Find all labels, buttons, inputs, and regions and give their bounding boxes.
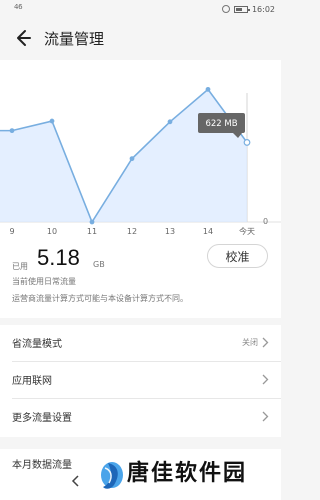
used-label: 已用 — [12, 262, 28, 271]
usage-summary: 已用 5.18 GB 校准 当前使用日常流量 运营商流量计算方式可能与本设备计算… — [0, 244, 281, 318]
chevron-right-icon — [262, 337, 269, 348]
battery-icon — [233, 5, 250, 13]
x-axis-label: 10 — [47, 227, 57, 236]
chevron-right-icon — [262, 411, 269, 422]
y-axis-zero-label: 0 — [263, 217, 268, 226]
traffic-chart-svg: 9 10 11 12 13 14 今天 622 MB 0 — [0, 86, 281, 236]
app-network-label: 应用联网 — [12, 376, 52, 387]
today-data-point — [243, 139, 251, 146]
settings-divider — [12, 398, 281, 399]
x-axis-label: 12 — [127, 227, 137, 236]
traffic-chart: 9 10 11 12 13 14 今天 622 MB 0 — [0, 60, 281, 244]
x-axis-label: 14 — [203, 227, 213, 236]
usage-unit: GB — [93, 260, 105, 269]
data-saver-status: 关闭 — [242, 338, 258, 347]
monthly-data-heading: 本月数据流量 — [12, 460, 72, 471]
traffic-management-screen: 46 16:02 流量管理 9 10 11 12 13 14 今天 622 MB 0 — [0, 0, 281, 500]
traffic-settings-list: 省流量模式 关闭 应用联网 更多流量设置 — [0, 325, 281, 437]
status-time: 16:02 — [251, 4, 275, 14]
x-axis-label: 9 — [9, 227, 14, 236]
data-saver-row[interactable]: 省流量模式 关闭 — [0, 325, 281, 361]
usage-value: 5.18 — [37, 245, 80, 270]
status-icons: 16:02 — [221, 2, 275, 16]
calibrate-button[interactable]: 校准 — [207, 244, 268, 268]
signal-indicator: 46 — [14, 3, 23, 11]
status-bar: 46 16:02 — [0, 0, 281, 18]
x-axis-label: 13 — [165, 227, 175, 236]
page-title: 流量管理 — [44, 30, 105, 48]
tooltip-value: 622 MB — [205, 119, 237, 129]
carrier-calculation-note: 运营商流量计算方式可能与本设备计算方式不同。 — [12, 294, 188, 303]
more-settings-label: 更多流量设置 — [12, 413, 72, 424]
daily-usage-description: 当前使用日常流量 — [12, 277, 76, 286]
app-network-row[interactable]: 应用联网 — [0, 362, 281, 398]
chart-data-point — [129, 156, 135, 162]
chart-data-point — [205, 86, 211, 92]
data-saver-label: 省流量模式 — [12, 339, 62, 350]
alarm-icon — [221, 5, 230, 13]
settings-divider — [12, 361, 281, 362]
chart-area-fill — [0, 89, 247, 222]
navigation-back-icon[interactable] — [70, 474, 82, 488]
chart-labels-group: 9 10 11 12 13 14 今天 — [9, 226, 255, 236]
chart-data-point — [9, 128, 15, 134]
page-header: 流量管理 — [0, 18, 281, 60]
chart-data-point — [167, 119, 173, 125]
chart-data-point — [89, 219, 95, 225]
x-axis-label: 11 — [87, 227, 97, 236]
x-axis-label: 今天 — [239, 226, 255, 236]
chevron-right-icon — [262, 374, 269, 385]
more-settings-row[interactable]: 更多流量设置 — [0, 399, 281, 435]
back-arrow-icon[interactable] — [10, 27, 32, 49]
monthly-data-section: 本月数据流量 — [0, 449, 281, 500]
chart-data-point — [49, 118, 55, 124]
